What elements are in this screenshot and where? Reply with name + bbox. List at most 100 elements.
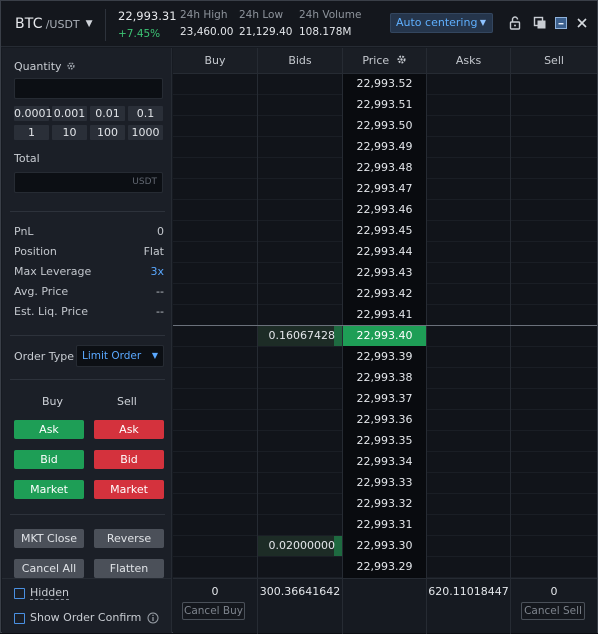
ask-cell[interactable]	[427, 158, 510, 179]
ask-cell[interactable]	[427, 368, 510, 389]
buy-cell[interactable]	[173, 74, 257, 95]
quantity-input[interactable]	[14, 78, 163, 99]
buy-cell[interactable]	[173, 494, 257, 515]
price-level[interactable]: 22,993.41	[343, 305, 426, 326]
reverse-button[interactable]: Reverse	[94, 529, 164, 548]
price-level[interactable]: 22,993.51	[343, 95, 426, 116]
bid-cell[interactable]	[258, 74, 342, 95]
quick-quantity-button[interactable]: 0.001	[52, 106, 87, 121]
bid-cell[interactable]	[258, 179, 342, 200]
buy-cell[interactable]	[173, 473, 257, 494]
price-level[interactable]: 22,993.47	[343, 179, 426, 200]
copy-window-icon[interactable]	[531, 14, 549, 32]
ask-cell[interactable]	[427, 536, 510, 557]
sell-cell[interactable]	[511, 242, 597, 263]
bid-cell[interactable]	[258, 431, 342, 452]
ask-cell[interactable]	[427, 347, 510, 368]
buy-cell[interactable]	[173, 263, 257, 284]
buy-cell[interactable]	[173, 431, 257, 452]
ask-cell[interactable]	[427, 452, 510, 473]
buy-cell[interactable]	[173, 221, 257, 242]
bid-cell[interactable]	[258, 221, 342, 242]
bid-cell[interactable]	[258, 452, 342, 473]
max-leverage-value[interactable]: 3x	[150, 265, 164, 278]
buy-cell[interactable]	[173, 536, 257, 557]
price-level[interactable]: 22,993.32	[343, 494, 426, 515]
price-level[interactable]: 22,993.42	[343, 284, 426, 305]
price-level[interactable]: 22,993.43	[343, 263, 426, 284]
sell-cell[interactable]	[511, 389, 597, 410]
ask-cell[interactable]	[427, 389, 510, 410]
buy-cell[interactable]	[173, 515, 257, 536]
bid-cell[interactable]	[258, 557, 342, 578]
mkt-close-button[interactable]: MKT Close	[14, 529, 84, 548]
sell-cell[interactable]	[511, 326, 597, 347]
price-level[interactable]: 22,993.36	[343, 410, 426, 431]
minimize-icon[interactable]	[552, 14, 570, 32]
buy-cell[interactable]	[173, 158, 257, 179]
ask-cell[interactable]	[427, 116, 510, 137]
ask-cell[interactable]	[427, 179, 510, 200]
price-level[interactable]: 22,993.49	[343, 137, 426, 158]
bid-cell[interactable]	[258, 200, 342, 221]
price-level[interactable]: 22,993.31	[343, 515, 426, 536]
pair-selector[interactable]: BTC /USDT ▼	[15, 16, 93, 32]
bid-cell[interactable]	[258, 494, 342, 515]
buy-ask-button[interactable]: Ask	[14, 420, 84, 439]
buy-cell[interactable]	[173, 326, 257, 347]
buy-cell[interactable]	[173, 200, 257, 221]
unlock-icon[interactable]	[506, 14, 524, 32]
quick-quantity-button[interactable]: 1000	[128, 125, 163, 140]
gear-icon[interactable]	[66, 61, 76, 71]
buy-cell[interactable]	[173, 137, 257, 158]
sell-cell[interactable]	[511, 116, 597, 137]
close-icon[interactable]	[573, 14, 591, 32]
ask-cell[interactable]	[427, 431, 510, 452]
buy-market-button[interactable]: Market	[14, 480, 84, 499]
bid-cell[interactable]: 0.16067428	[258, 326, 342, 347]
sell-cell[interactable]	[511, 74, 597, 95]
buy-cell[interactable]	[173, 410, 257, 431]
buy-cell[interactable]	[173, 557, 257, 578]
buy-cell[interactable]	[173, 452, 257, 473]
ask-cell[interactable]	[427, 263, 510, 284]
quick-quantity-button[interactable]: 0.1	[128, 106, 163, 121]
quick-quantity-button[interactable]: 10	[52, 125, 87, 140]
bid-cell[interactable]: 0.02000000	[258, 536, 342, 557]
show-order-confirm-label[interactable]: Show Order Confirm	[30, 611, 141, 624]
buy-cell[interactable]	[173, 347, 257, 368]
total-input[interactable]: USDT	[14, 172, 163, 193]
bid-cell[interactable]	[258, 410, 342, 431]
flatten-button[interactable]: Flatten	[94, 559, 164, 578]
price-level[interactable]: 22,993.44	[343, 242, 426, 263]
price-level[interactable]: 22,993.40	[343, 326, 426, 347]
sell-cell[interactable]	[511, 200, 597, 221]
quick-quantity-button[interactable]: 0.0001	[14, 106, 53, 121]
sell-cell[interactable]	[511, 305, 597, 326]
hidden-checkbox[interactable]	[14, 588, 25, 599]
ask-cell[interactable]	[427, 473, 510, 494]
buy-cell[interactable]	[173, 179, 257, 200]
sell-bid-button[interactable]: Bid	[94, 450, 164, 469]
quick-quantity-button[interactable]: 0.01	[90, 106, 125, 121]
price-level[interactable]: 22,993.39	[343, 347, 426, 368]
price-level[interactable]: 22,993.45	[343, 221, 426, 242]
price-level[interactable]: 22,993.50	[343, 116, 426, 137]
bid-cell[interactable]	[258, 284, 342, 305]
buy-cell[interactable]	[173, 95, 257, 116]
price-level[interactable]: 22,993.34	[343, 452, 426, 473]
bid-cell[interactable]	[258, 116, 342, 137]
bid-cell[interactable]	[258, 242, 342, 263]
price-level[interactable]: 22,993.29	[343, 557, 426, 578]
sell-cell[interactable]	[511, 557, 597, 578]
cancel-all-button[interactable]: Cancel All	[14, 559, 84, 578]
bid-cell[interactable]	[258, 515, 342, 536]
sell-cell[interactable]	[511, 95, 597, 116]
ask-cell[interactable]	[427, 557, 510, 578]
cancel-sell-button[interactable]: Cancel Sell	[521, 602, 585, 620]
ask-cell[interactable]	[427, 494, 510, 515]
bid-cell[interactable]	[258, 347, 342, 368]
hidden-label[interactable]: Hidden	[30, 586, 70, 600]
price-level[interactable]: 22,993.46	[343, 200, 426, 221]
sell-cell[interactable]	[511, 515, 597, 536]
